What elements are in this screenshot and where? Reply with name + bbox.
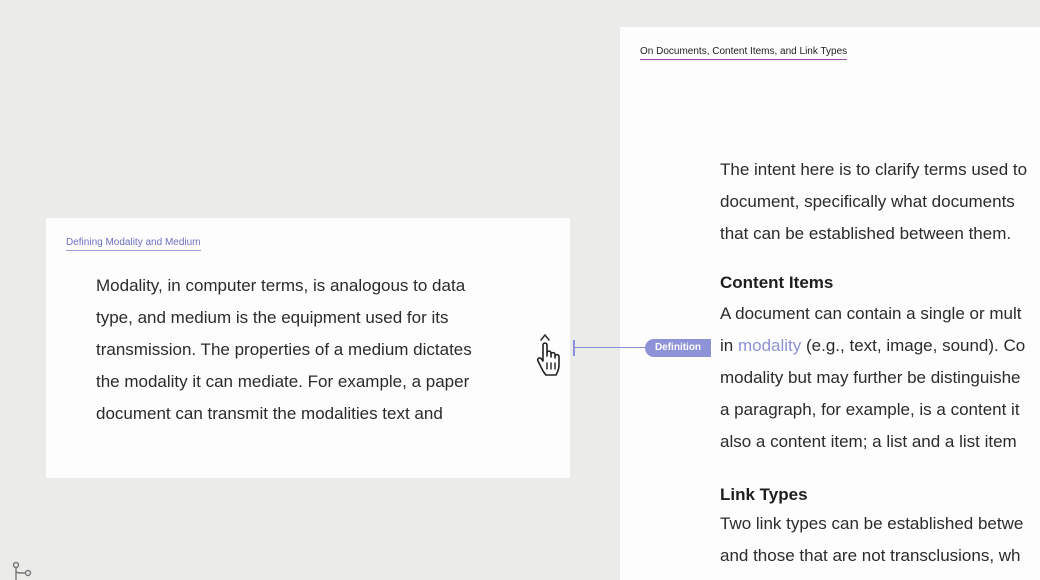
left-card-line: type, and medium is the equipment used f…: [96, 308, 449, 327]
content-items-paragraph: A document can contain a single or mult …: [720, 298, 1025, 458]
connector-line: [573, 347, 653, 348]
content-items-line: a paragraph, for example, is a content i…: [720, 400, 1020, 419]
content-items-heading: Content Items: [720, 273, 834, 292]
right-card[interactable]: On Documents, Content Items, and Link Ty…: [620, 27, 1040, 580]
content-items-line: also a content item; a list and a list i…: [720, 432, 1017, 451]
content-items-line: A document can contain a single or mult: [720, 304, 1022, 323]
link-types-line: Two link types can be established betwe: [720, 514, 1024, 533]
connector-anchor[interactable]: [573, 340, 575, 356]
left-card-title[interactable]: Defining Modality and Medium: [66, 237, 201, 251]
left-card-body: Modality, in computer terms, is analogou…: [96, 270, 472, 430]
left-card[interactable]: Defining Modality and Medium Modality, i…: [46, 218, 570, 478]
link-types-line: and those that are not transclusions, wh: [720, 546, 1021, 565]
intro-line: document, specifically what documents: [720, 192, 1015, 211]
link-types-paragraph: Two link types can be established betwe …: [720, 508, 1023, 572]
content-items-line: in modality (e.g., text, image, sound). …: [720, 330, 1025, 362]
intro-line: that can be established between them.: [720, 224, 1012, 243]
left-card-line: document can transmit the modalities tex…: [96, 404, 443, 423]
modality-link[interactable]: modality: [738, 336, 801, 355]
right-card-title[interactable]: On Documents, Content Items, and Link Ty…: [640, 46, 848, 60]
intro-line: The intent here is to clarify terms used…: [720, 160, 1028, 179]
left-card-line: Modality, in computer terms, is analogou…: [96, 276, 466, 295]
content-items-text: (e.g., text, image, sound). Co: [801, 336, 1026, 355]
hand-pointer-icon: [530, 333, 568, 379]
intro-paragraph: The intent here is to clarify terms used…: [720, 154, 1027, 250]
left-card-line: transmission. The properties of a medium…: [96, 340, 472, 359]
branch-icon[interactable]: [11, 561, 35, 580]
left-card-line: the modality it can mediate. For example…: [96, 372, 470, 391]
content-items-text: in: [720, 336, 738, 355]
content-items-line: modality but may further be distinguishe: [720, 368, 1021, 387]
canvas: Defining Modality and Medium Modality, i…: [0, 0, 1040, 580]
link-types-heading: Link Types: [720, 485, 808, 504]
definition-link-label[interactable]: Definition: [645, 339, 711, 357]
